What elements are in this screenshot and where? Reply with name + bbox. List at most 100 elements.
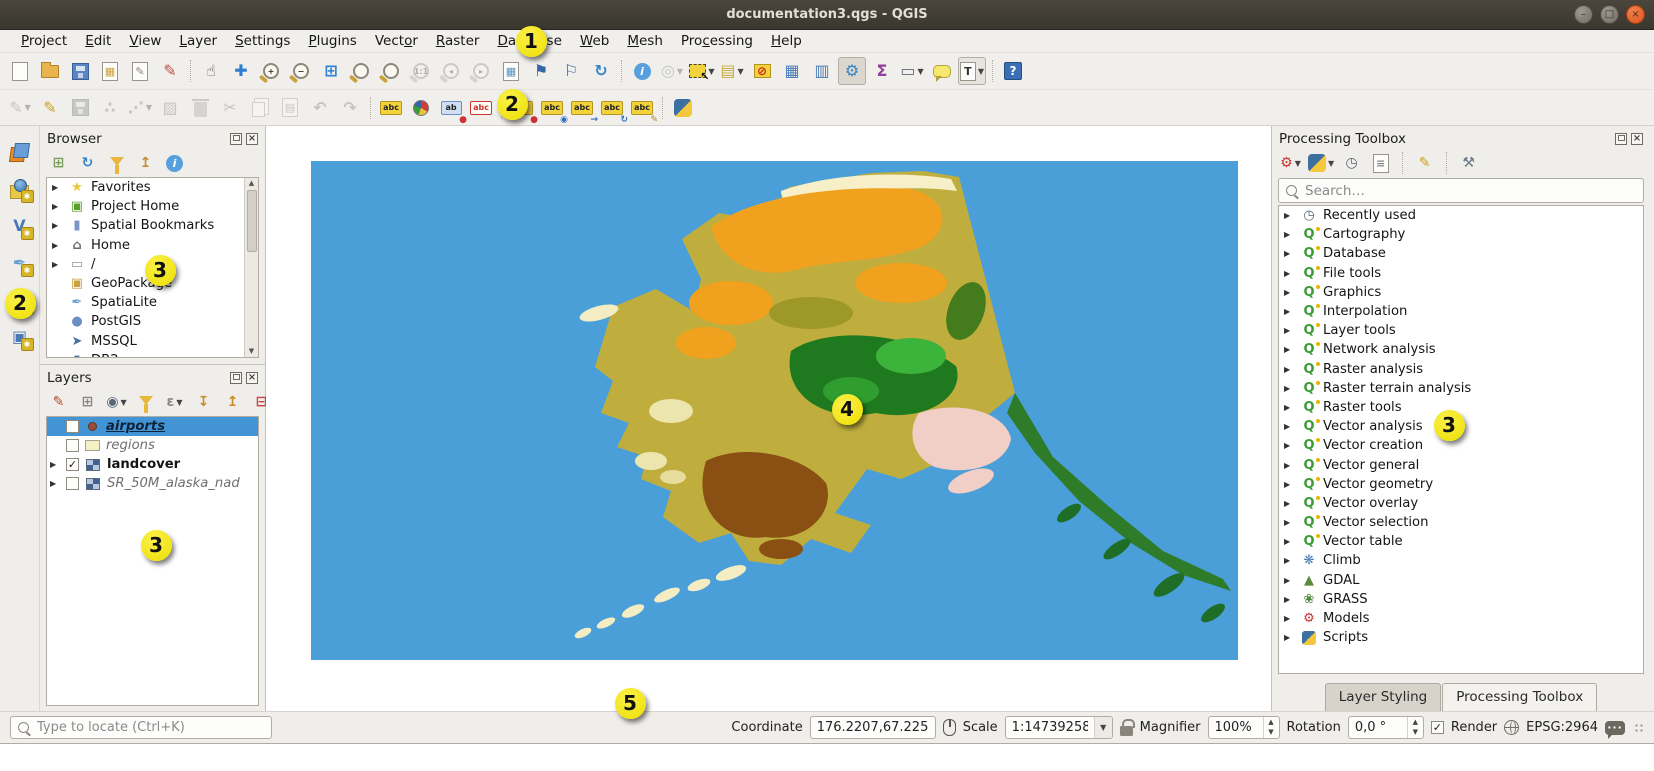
toolbox-item-cartography[interactable]: ▶QCartography <box>1279 225 1643 244</box>
toolbox-item-vector-table[interactable]: ▶QVector table <box>1279 532 1643 551</box>
add-delimited-text-layer-button[interactable]: ▣ <box>6 323 34 351</box>
browser-item-db2[interactable]: ▮DB2 <box>47 351 243 358</box>
add-vector-layer-button[interactable]: V <box>6 212 34 240</box>
close-panel-icon[interactable]: × <box>246 133 258 145</box>
text-annotation-button-dropdown-icon[interactable]: ▼ <box>978 67 984 76</box>
current-edits-button-dropdown-icon[interactable]: ▼ <box>25 103 31 112</box>
expand-arrow-icon[interactable]: ▶ <box>1284 345 1295 354</box>
layer-diagram-options-button[interactable] <box>407 94 435 122</box>
open-layer-styling-button[interactable]: ✎ <box>47 391 70 414</box>
toolbox-item-layer-tools[interactable]: ▶QLayer tools <box>1279 321 1643 340</box>
text-annotation-button[interactable]: T▼ <box>958 57 986 85</box>
expand-arrow-icon[interactable]: ▶ <box>1284 249 1295 258</box>
scroll-thumb[interactable] <box>247 190 257 252</box>
close-panel-icon[interactable]: × <box>246 372 258 384</box>
manage-map-themes-button[interactable]: ◉▼ <box>105 391 128 414</box>
menu-database[interactable]: Database <box>488 31 570 51</box>
edit-features-in-place-button[interactable]: ✎ <box>1413 152 1436 175</box>
pan-to-selection-button[interactable]: ✚ <box>227 57 255 85</box>
vertex-tool-button-dropdown-icon[interactable]: ▼ <box>146 103 152 112</box>
expand-arrow-icon[interactable]: ▶ <box>1284 499 1295 508</box>
open-attribute-table-button[interactable]: ▦ <box>778 57 806 85</box>
measure-line-button[interactable]: ▭▼ <box>898 57 926 85</box>
scripts-menu-button-dropdown-icon[interactable]: ▼ <box>1328 159 1334 168</box>
mouse-extents-icon[interactable] <box>943 719 956 736</box>
select-features-button[interactable]: ▼ <box>688 57 716 85</box>
expand-arrow-icon[interactable]: ▶ <box>1284 461 1295 470</box>
zoom-to-layer-button[interactable] <box>377 57 405 85</box>
results-viewer-button[interactable]: ≡ <box>1369 152 1392 175</box>
browser-item-item[interactable]: ▶▭/ <box>47 255 243 274</box>
zoom-full-extent-button[interactable]: ⊞ <box>317 57 345 85</box>
new-project-button[interactable] <box>6 57 34 85</box>
spinner-arrows[interactable]: ▲▼ <box>1263 717 1279 738</box>
expand-arrow-icon[interactable]: ▶ <box>52 260 63 269</box>
layer-row-landcover[interactable]: ▶✓landcover <box>47 455 258 474</box>
statistics-panel-button[interactable]: ▥ <box>808 57 836 85</box>
collapse-all-button[interactable]: ↥ <box>134 152 157 175</box>
browser-item-geopackage[interactable]: ▣GeoPackage <box>47 274 243 293</box>
scale-input[interactable] <box>1006 717 1094 738</box>
menu-project[interactable]: Project <box>12 31 76 51</box>
expand-arrow-icon[interactable]: ▶ <box>1284 595 1295 604</box>
expand-arrow-icon[interactable]: ▶ <box>1284 269 1295 278</box>
refresh-map-button[interactable]: ↻ <box>587 57 615 85</box>
expand-arrow-icon[interactable]: ▶ <box>52 183 63 192</box>
expand-arrow-icon[interactable]: ▶ <box>1284 576 1295 585</box>
expand-arrow-icon[interactable]: ▶ <box>52 241 63 250</box>
open-project-button[interactable] <box>36 57 64 85</box>
zoom-in-button[interactable]: + <box>257 57 285 85</box>
expand-arrow-icon[interactable]: ▶ <box>1284 537 1295 546</box>
select-features-by-value-button-dropdown-icon[interactable]: ▼ <box>737 67 743 76</box>
measure-line-button-dropdown-icon[interactable]: ▼ <box>917 67 923 76</box>
browser-item-favorites[interactable]: ▶★Favorites <box>47 178 243 197</box>
new-map-view-button[interactable]: ▦ <box>497 57 525 85</box>
browser-item-home[interactable]: ▶⌂Home <box>47 236 243 255</box>
collapse-all-layers-button[interactable]: ↥ <box>221 391 244 414</box>
toolbox-item-models[interactable]: ▶⚙Models <box>1279 609 1643 628</box>
browser-item-project-home[interactable]: ▶▣Project Home <box>47 197 243 216</box>
dock-tab-layer-styling[interactable]: Layer Styling <box>1325 683 1441 711</box>
menu-edit[interactable]: Edit <box>76 31 120 51</box>
float-panel-icon[interactable] <box>230 372 242 384</box>
dock-tab-processing-toolbox[interactable]: Processing Toolbox <box>1442 683 1597 711</box>
layer-row-sr-50m-alaska-nad[interactable]: ▶SR_50M_alaska_nad <box>47 474 258 493</box>
browser-item-spatialite[interactable]: ✒SpatiaLite <box>47 293 243 312</box>
new-spatial-bookmark-button[interactable]: ⚑ <box>527 57 555 85</box>
menu-layer[interactable]: Layer <box>170 31 226 51</box>
toolbox-item-interpolation[interactable]: ▶QInterpolation <box>1279 302 1643 321</box>
browser-item-spatial-bookmarks[interactable]: ▶▮Spatial Bookmarks <box>47 216 243 235</box>
toolbox-item-climb[interactable]: ▶❋Climb <box>1279 551 1643 570</box>
history-button[interactable]: ◷ <box>1340 152 1363 175</box>
map-canvas[interactable] <box>311 161 1238 660</box>
float-panel-icon[interactable] <box>230 133 242 145</box>
add-spatialite-layer-button[interactable]: ✒ <box>6 249 34 277</box>
run-feature-action-button-dropdown-icon[interactable]: ▼ <box>677 67 683 76</box>
expand-arrow-icon[interactable]: ▶ <box>1284 307 1295 316</box>
python-console-button[interactable] <box>669 94 697 122</box>
menu-view[interactable]: View <box>120 31 170 51</box>
chevron-down-icon[interactable]: ▼ <box>1094 717 1112 738</box>
toolbox-item-network-analysis[interactable]: ▶QNetwork analysis <box>1279 340 1643 359</box>
expand-arrow-icon[interactable]: ▶ <box>1284 633 1295 642</box>
move-label-button[interactable]: abc→ <box>568 94 596 122</box>
style-manager-button[interactable]: ✎ <box>156 57 184 85</box>
crs-globe-icon[interactable] <box>1504 720 1519 735</box>
toolbox-item-gdal[interactable]: ▶▲GDAL <box>1279 571 1643 590</box>
zoom-out-button[interactable]: − <box>287 57 315 85</box>
add-raster-layer-button[interactable] <box>6 175 34 203</box>
expand-arrow-icon[interactable]: ▶ <box>1284 403 1295 412</box>
rotate-label-button[interactable]: abc↻ <box>598 94 626 122</box>
toolbox-item-vector-geometry[interactable]: ▶QVector geometry <box>1279 475 1643 494</box>
locator-input[interactable] <box>35 719 264 736</box>
save-project-button[interactable] <box>66 57 94 85</box>
close-panel-icon[interactable]: × <box>1631 133 1643 145</box>
expand-arrow-icon[interactable]: ▶ <box>52 202 63 211</box>
expand-arrow-icon[interactable]: ▶ <box>1284 614 1295 623</box>
menu-help[interactable]: Help <box>762 31 811 51</box>
layer-visibility-checkbox[interactable]: ✓ <box>66 458 79 471</box>
expand-arrow-icon[interactable]: ▶ <box>1284 556 1295 565</box>
layer-row-regions[interactable]: regions <box>47 436 258 455</box>
identify-features-button[interactable]: i <box>628 57 656 85</box>
toolbox-item-graphics[interactable]: ▶QGraphics <box>1279 283 1643 302</box>
